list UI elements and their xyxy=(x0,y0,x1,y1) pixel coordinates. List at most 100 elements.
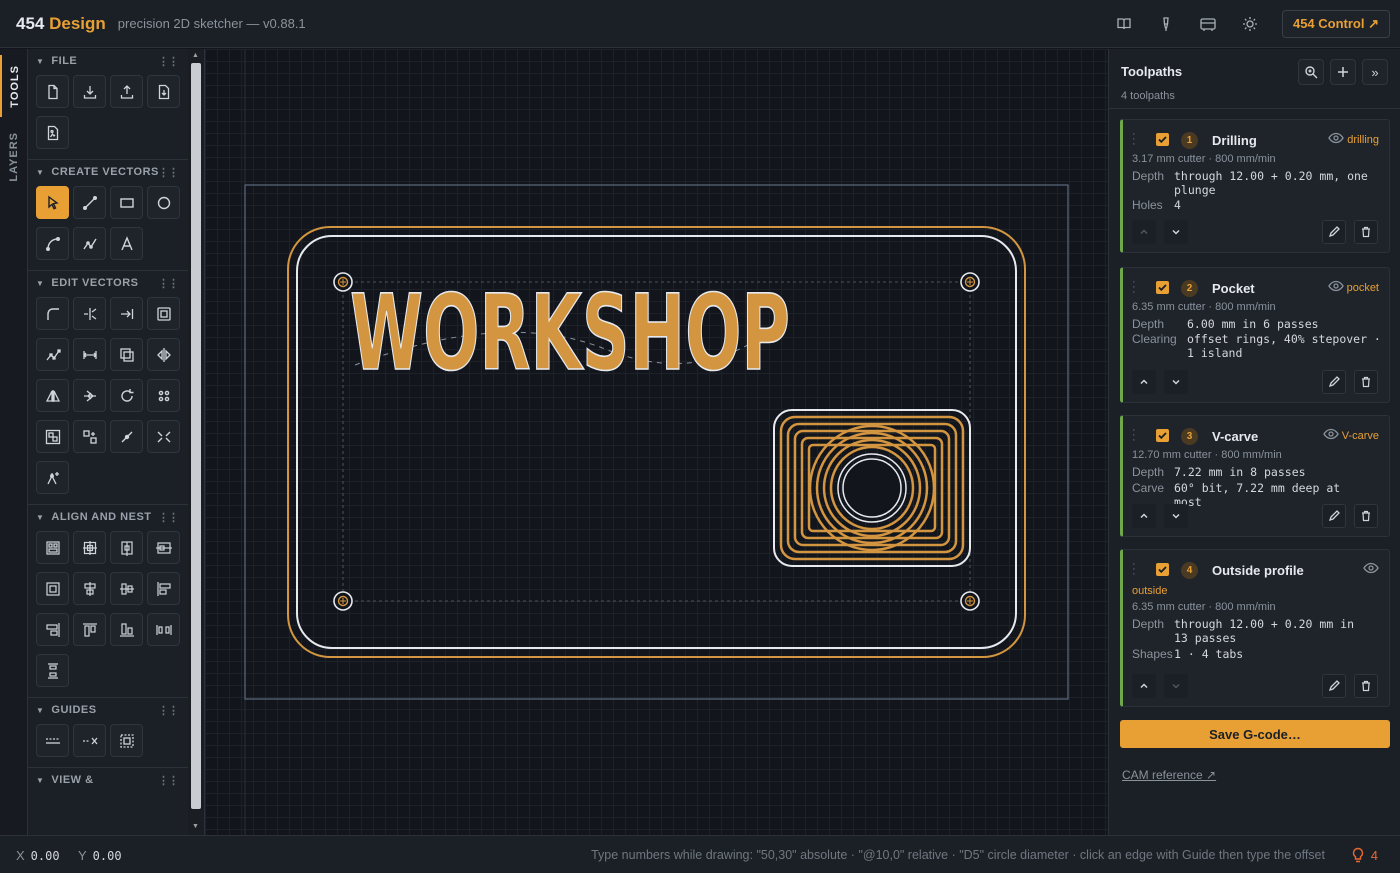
move-down-icon[interactable] xyxy=(1164,504,1188,528)
section-edit-header[interactable]: ▼ EDIT VECTORS ⋮⋮ xyxy=(36,277,188,290)
center-in-stock-icon[interactable] xyxy=(36,572,69,605)
polyline-tool-icon[interactable] xyxy=(73,227,106,260)
section-align-header[interactable]: ▼ ALIGN AND NEST ⋮⋮ xyxy=(36,511,188,524)
new-file-icon[interactable] xyxy=(36,75,69,108)
array-icon[interactable] xyxy=(147,379,180,412)
node-edit-icon[interactable] xyxy=(36,338,69,371)
group-icon[interactable] xyxy=(36,420,69,453)
break-icon[interactable] xyxy=(147,420,180,453)
zoom-to-fit-icon[interactable] xyxy=(1298,59,1324,85)
drag-handle-icon[interactable]: · · · xyxy=(1132,129,1136,150)
control-link-button[interactable]: 454 Control ↗ xyxy=(1281,10,1390,38)
move-down-icon[interactable] xyxy=(1164,220,1188,244)
guide-offset-icon[interactable] xyxy=(110,724,143,757)
fillet-icon[interactable] xyxy=(36,297,69,330)
collapse-panel-icon[interactable]: » xyxy=(1362,59,1388,85)
line-tool-icon[interactable] xyxy=(73,186,106,219)
toolpath-card[interactable]: · · · 2 Pocket pocket 6.35 mm cutter · 800 mm/… xyxy=(1120,267,1390,403)
sun-icon[interactable] xyxy=(1232,10,1268,38)
delete-trash-icon[interactable] xyxy=(1354,504,1378,528)
cam-reference-link[interactable]: CAM reference ↗ xyxy=(1122,768,1216,782)
drag-grip-icon[interactable]: ⋮⋮ xyxy=(158,55,179,68)
distribute-horizontal-icon[interactable] xyxy=(147,613,180,646)
tips-button[interactable]: 4 xyxy=(1351,847,1378,863)
flip-horizontal-icon[interactable] xyxy=(147,338,180,371)
skew-icon[interactable] xyxy=(73,379,106,412)
toolpath-card[interactable]: · · · 1 Drilling drilling 3.17 mm cutter · 800… xyxy=(1120,119,1390,253)
align-middle-icon[interactable] xyxy=(110,572,143,605)
measure-icon[interactable] xyxy=(73,338,106,371)
drag-handle-icon[interactable]: · · · xyxy=(1132,559,1136,580)
pin-icon[interactable] xyxy=(1148,10,1184,38)
workshop-text[interactable]: WORKSHOP xyxy=(349,271,791,395)
scale-icon[interactable] xyxy=(110,338,143,371)
offset-icon[interactable] xyxy=(147,297,180,330)
drag-grip-icon[interactable]: ⋮⋮ xyxy=(158,166,179,179)
section-file-header[interactable]: ▼ FILE ⋮⋮ xyxy=(36,55,188,68)
select-tool-icon[interactable] xyxy=(36,186,69,219)
toolpath-enabled-checkbox[interactable] xyxy=(1156,563,1169,576)
visibility-eye-icon[interactable] xyxy=(1328,280,1344,295)
rotate-icon[interactable] xyxy=(110,379,143,412)
align-right-icon[interactable] xyxy=(36,613,69,646)
join-icon[interactable] xyxy=(110,420,143,453)
align-horizontal-center-icon[interactable] xyxy=(147,531,180,564)
machine-icon[interactable] xyxy=(1190,10,1226,38)
scroll-down-icon[interactable]: ▼ xyxy=(192,823,199,830)
drag-grip-icon[interactable]: ⋮⋮ xyxy=(158,511,179,524)
download-icon[interactable] xyxy=(73,75,106,108)
section-guides-header[interactable]: ▼ GUIDES ⋮⋮ xyxy=(36,704,188,717)
move-down-icon[interactable] xyxy=(1164,370,1188,394)
import-file-icon[interactable] xyxy=(147,75,180,108)
book-icon[interactable] xyxy=(1106,10,1142,38)
drag-grip-icon[interactable]: ⋮⋮ xyxy=(158,277,179,290)
toolpath-card[interactable]: · · · 3 V-carve V-carve 12.70 mm cutter · 800 … xyxy=(1120,415,1390,537)
move-up-icon[interactable] xyxy=(1132,220,1156,244)
delete-trash-icon[interactable] xyxy=(1354,370,1378,394)
visibility-eye-icon[interactable] xyxy=(1328,132,1344,147)
tool-palette-scrollbar[interactable]: ▲ ▼ xyxy=(188,49,205,835)
drag-grip-icon[interactable]: ⋮⋮ xyxy=(158,774,179,787)
visibility-eye-icon[interactable] xyxy=(1363,562,1379,577)
section-view-header[interactable]: ▼ VIEW & ⋮⋮ xyxy=(36,774,188,787)
toolpath-enabled-checkbox[interactable] xyxy=(1156,429,1169,442)
toolpath-enabled-checkbox[interactable] xyxy=(1156,281,1169,294)
toolpath-card[interactable]: · · · 4 Outside profile outside 6.35 mm cutter… xyxy=(1120,549,1390,707)
align-top-icon[interactable] xyxy=(73,613,106,646)
trim-icon[interactable] xyxy=(73,297,106,330)
edit-pencil-icon[interactable] xyxy=(1322,370,1346,394)
toolpath-enabled-checkbox[interactable] xyxy=(1156,133,1169,146)
mirror-icon[interactable] xyxy=(36,379,69,412)
delete-trash-icon[interactable] xyxy=(1354,674,1378,698)
save-gcode-button[interactable]: Save G-code… xyxy=(1120,720,1390,748)
align-vertical-center-icon[interactable] xyxy=(110,531,143,564)
align-center-horizontal-icon[interactable] xyxy=(73,572,106,605)
scrollbar-thumb[interactable] xyxy=(191,63,201,809)
delete-trash-icon[interactable] xyxy=(1354,220,1378,244)
align-left-icon[interactable] xyxy=(147,572,180,605)
move-down-icon[interactable] xyxy=(1164,674,1188,698)
guide-line-icon[interactable] xyxy=(36,724,69,757)
edit-pencil-icon[interactable] xyxy=(1322,674,1346,698)
drawing-canvas[interactable]: WORKSHOP xyxy=(205,49,1108,835)
canvas-drawing[interactable]: WORKSHOP xyxy=(205,49,1108,835)
edit-pencil-icon[interactable] xyxy=(1322,504,1346,528)
move-up-icon[interactable] xyxy=(1132,370,1156,394)
scroll-up-icon[interactable]: ▲ xyxy=(192,52,199,59)
extend-icon[interactable] xyxy=(110,297,143,330)
ungroup-icon[interactable] xyxy=(73,420,106,453)
upload-icon[interactable] xyxy=(110,75,143,108)
drag-handle-icon[interactable]: · · · xyxy=(1132,277,1136,298)
add-node-icon[interactable] xyxy=(36,461,69,494)
align-center-icon[interactable] xyxy=(73,531,106,564)
move-up-icon[interactable] xyxy=(1132,504,1156,528)
tab-tools[interactable]: TOOLS xyxy=(0,55,28,117)
drag-handle-icon[interactable]: · · · xyxy=(1132,425,1136,446)
distribute-vertical-icon[interactable] xyxy=(36,654,69,687)
section-create-header[interactable]: ▼ CREATE VECTORS ⋮⋮ xyxy=(36,166,188,179)
nest-icon[interactable] xyxy=(36,531,69,564)
add-toolpath-icon[interactable] xyxy=(1330,59,1356,85)
drag-grip-icon[interactable]: ⋮⋮ xyxy=(158,704,179,717)
export-image-icon[interactable] xyxy=(36,116,69,149)
circle-tool-icon[interactable] xyxy=(147,186,180,219)
